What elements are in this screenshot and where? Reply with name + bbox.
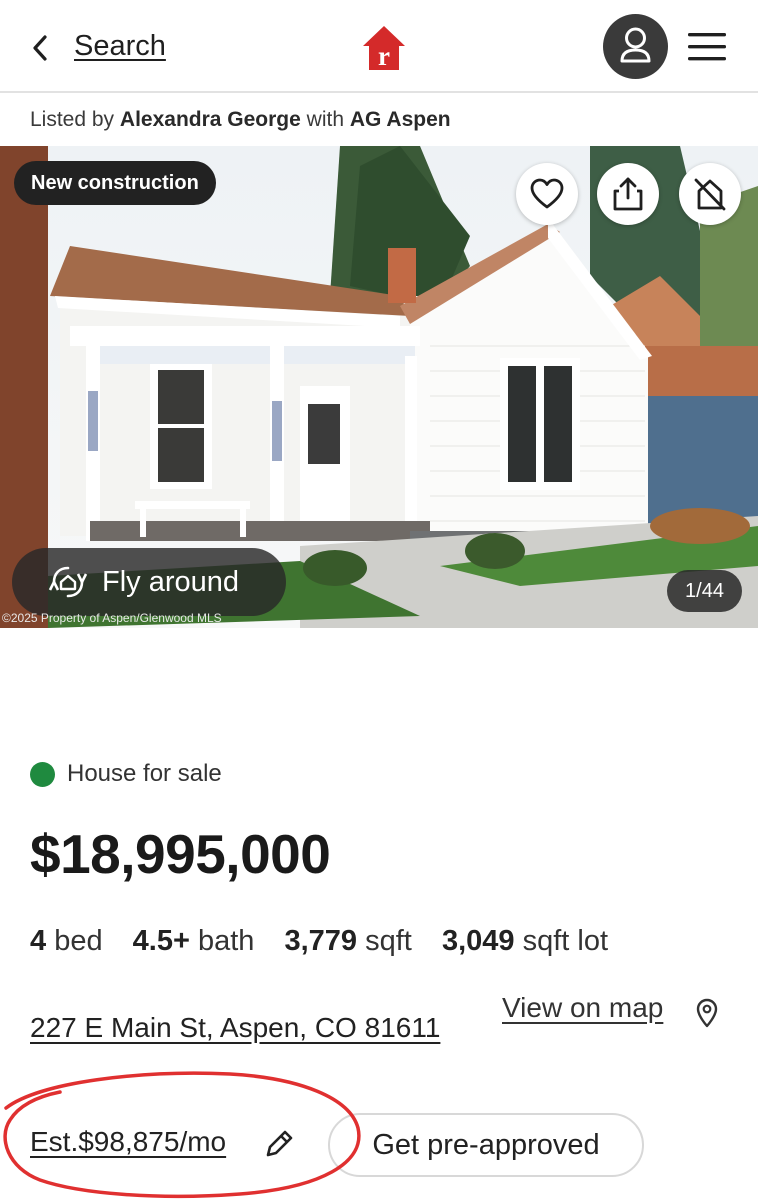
address-link[interactable]: 227 E Main St, Aspen, CO 81611 <box>30 1012 440 1044</box>
monthly-estimate-link[interactable]: Est.$98,875/mo <box>30 1126 226 1158</box>
brokerage-name: AG Aspen <box>349 108 451 131</box>
view-on-map-link[interactable]: View on map <box>502 992 663 1024</box>
beds-value: 4 <box>30 925 47 957</box>
photo-copyright: ©2025 Property of Aspen/Glenwood MLS <box>2 611 222 625</box>
baths-unit: bath <box>197 925 255 957</box>
new-construction-badge: New construction <box>14 161 216 205</box>
menu-button[interactable] <box>688 31 726 63</box>
photo-counter[interactable]: 1/44 <box>667 570 742 612</box>
heart-icon <box>530 178 564 209</box>
listing-status: House for sale <box>30 760 222 788</box>
status-label: House for sale <box>67 760 222 787</box>
share-button[interactable] <box>597 163 659 225</box>
logo-letter: r <box>378 41 390 71</box>
map-pin-icon[interactable] <box>695 998 719 1028</box>
hide-home-icon <box>694 178 726 211</box>
sqft-unit: sqft <box>365 925 412 957</box>
sqft-value: 3,779 <box>284 925 358 957</box>
fly-around-label: Fly around <box>102 565 240 598</box>
listing-photo[interactable]: New construction Fly around ©2025 Proper… <box>0 146 758 628</box>
baths-value: 4.5+ <box>132 925 190 957</box>
hide-home-button[interactable] <box>679 163 741 225</box>
listed-by-prefix: Listed by <box>30 108 115 131</box>
listing-price: $18,995,000 <box>30 823 331 885</box>
get-preapproved-button[interactable]: Get pre-approved <box>328 1113 644 1177</box>
hamburger-icon <box>688 33 726 61</box>
back-button[interactable] <box>26 28 56 68</box>
redfin-logo[interactable]: r <box>362 24 406 72</box>
chevron-left-icon <box>33 35 47 61</box>
favorite-button[interactable] <box>516 163 578 225</box>
account-button[interactable] <box>603 14 668 79</box>
lot-unit: sqft lot <box>522 925 609 957</box>
home-facts: 4 bed 4.5+ bath 3,779 sqft 3,049 sqft lo… <box>30 925 608 958</box>
listed-by-line: Listed by Alexandra George with AG Aspen <box>30 108 451 132</box>
search-link[interactable]: Search <box>74 30 166 63</box>
status-dot-icon <box>30 761 55 787</box>
beds-unit: bed <box>54 925 103 957</box>
fly-around-button[interactable]: Fly around <box>12 548 286 616</box>
listed-by-connector: with <box>306 108 345 131</box>
agent-name: Alexandra George <box>119 108 301 131</box>
share-icon <box>613 177 643 211</box>
drone-icon <box>48 566 88 598</box>
edit-pencil-icon[interactable] <box>262 1127 296 1161</box>
top-header: Search r <box>0 0 758 93</box>
lot-value: 3,049 <box>441 925 515 957</box>
user-icon <box>620 27 651 63</box>
